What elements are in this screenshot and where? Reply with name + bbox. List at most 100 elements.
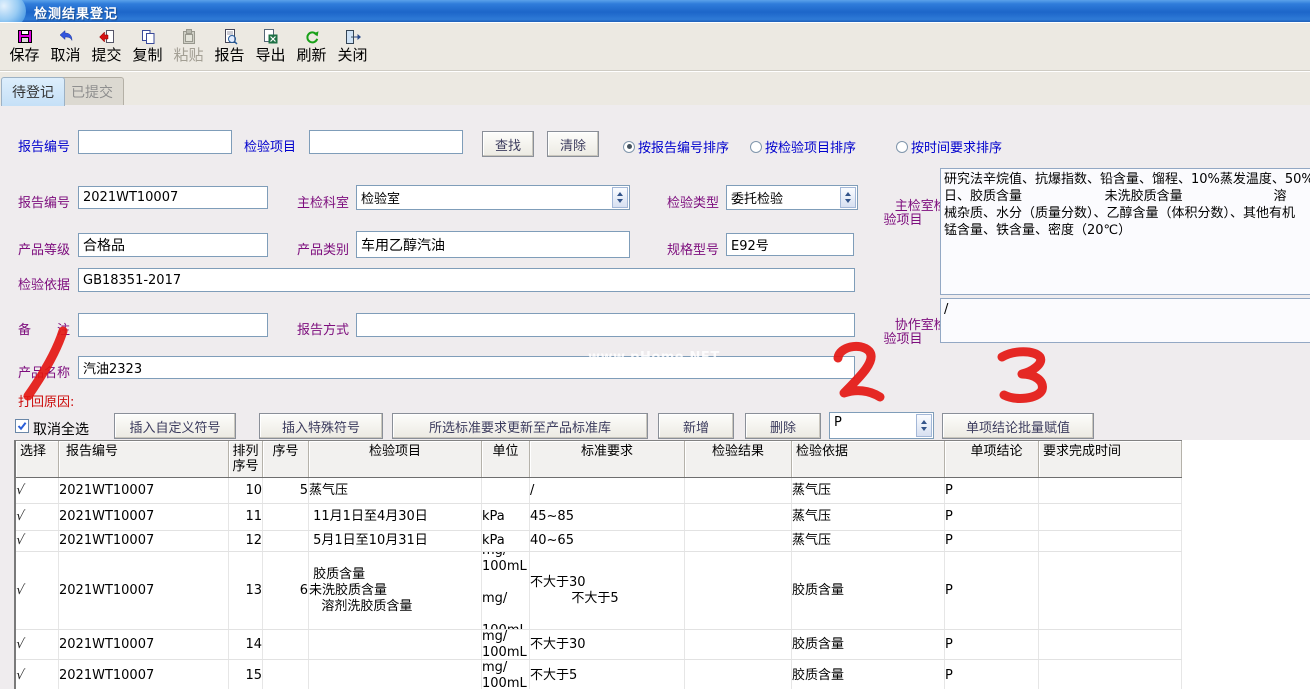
table-row[interactable]: √2021WT1000711 11月1日至4月30日kPa45~85蒸气压P	[16, 504, 1182, 531]
cell-standard: 不大于30	[530, 630, 685, 659]
update-standard-button[interactable]: 所选标准要求更新至产品标准库	[392, 413, 648, 439]
main-items-textarea[interactable]: 研究法辛烷值、抗爆指数、铅含量、馏程、10%蒸发温度、50%蒸 日、胶质含量 未…	[940, 168, 1310, 295]
conclusion-combo[interactable]: P	[829, 412, 934, 439]
column-header-basis[interactable]: 检验依据	[792, 441, 945, 477]
search-item-label: 检验项目	[244, 136, 296, 155]
uncheck-all-label: 取消全选	[33, 419, 89, 439]
watermark-text: www.pHome.NET	[588, 350, 720, 365]
cell-selected: √	[16, 504, 59, 530]
radio-icon	[896, 141, 908, 153]
table-row[interactable]: √2021WT10007136 胶质含量 未洗胶质含量 溶剂洗胶质含量mg/ 1…	[16, 552, 1182, 630]
remark-label: 备 注	[18, 319, 70, 338]
toolbar-export-button[interactable]: 导出	[252, 27, 289, 64]
column-header-conclusion[interactable]: 单项结论	[945, 441, 1039, 477]
uncheck-all-checkbox[interactable]	[15, 419, 29, 433]
table-row[interactable]: √2021WT1000712 5月1日至10月31日kPa40~65蒸气压P	[16, 531, 1182, 552]
cell-unit: mg/ 100mL	[482, 630, 530, 659]
remark-input[interactable]	[78, 313, 268, 337]
toolbar-close-label: 关闭	[337, 46, 367, 64]
toolbar-export-label: 导出	[255, 46, 285, 64]
toolbar-close-button[interactable]: 关闭	[334, 27, 371, 64]
column-header-selected[interactable]: 选择	[16, 441, 59, 477]
cell-result	[685, 531, 792, 551]
cell-conclusion: P	[945, 660, 1039, 689]
cell-report_no: 2021WT10007	[59, 504, 229, 530]
cell-unit	[482, 478, 530, 503]
column-header-report_no[interactable]: 报告编号	[59, 441, 229, 477]
search-report-no-input[interactable]	[78, 130, 232, 154]
column-header-result[interactable]: 检验结果	[685, 441, 792, 477]
add-button[interactable]: 新增	[658, 413, 734, 439]
toolbar-submit-button[interactable]: 提交	[88, 27, 125, 64]
table-row[interactable]: √2021WT1000715mg/ 100mL不大于5胶质含量P	[16, 660, 1182, 689]
app-window: 检测结果登记 保存取消提交复制粘贴报告导出刷新关闭 待登记已提交 报告编号 检验…	[0, 0, 1310, 689]
test-type-combo[interactable]: 委托检验	[726, 185, 858, 210]
column-header-order_no[interactable]: 排列 序号	[229, 441, 263, 477]
column-header-items[interactable]: 检验项目	[309, 441, 482, 477]
column-header-unit[interactable]: 单位	[482, 441, 530, 477]
clear-button[interactable]: 清除	[547, 131, 599, 157]
cell-selected: √	[16, 531, 59, 551]
cell-deadline	[1039, 630, 1182, 659]
cell-selected: √	[16, 630, 59, 659]
product-grade-input[interactable]	[78, 233, 268, 257]
cell-items	[309, 630, 482, 659]
sort-radio-1[interactable]: 按检验项目排序	[750, 137, 856, 156]
window-title: 检测结果登记	[34, 3, 118, 22]
paste-icon	[180, 27, 198, 46]
cell-basis: 蒸气压	[792, 504, 945, 530]
table-row[interactable]: √2021WT10007105蒸气压/蒸气压P	[16, 478, 1182, 504]
cell-standard: 不大于5	[530, 660, 685, 689]
toolbar-report-button[interactable]: 报告	[211, 27, 248, 64]
cell-seq	[263, 660, 309, 689]
cell-order_no: 11	[229, 504, 263, 530]
conclusion-value: P	[830, 413, 915, 438]
cell-report_no: 2021WT10007	[59, 630, 229, 659]
main-dept-label: 主检科室	[297, 192, 349, 211]
delete-button[interactable]: 删除	[745, 413, 821, 439]
tab-submitted[interactable]: 已提交	[60, 77, 124, 106]
cell-result	[685, 660, 792, 689]
cell-conclusion: P	[945, 531, 1039, 551]
product-category-input[interactable]	[356, 231, 630, 258]
test-type-value: 委托检验	[727, 186, 839, 209]
column-header-seq[interactable]: 序号	[263, 441, 309, 477]
find-button[interactable]: 查找	[482, 131, 534, 157]
insert-special-symbol-button[interactable]: 插入特殊符号	[259, 413, 383, 439]
column-header-standard[interactable]: 标准要求	[530, 441, 685, 477]
cell-items	[309, 660, 482, 689]
sort-radio-0[interactable]: 按报告编号排序	[623, 137, 729, 156]
cell-selected: √	[16, 552, 59, 629]
conclusion-spinner-icon[interactable]	[916, 414, 932, 437]
sort-radio-label: 按时间要求排序	[911, 137, 1002, 156]
report-preview-icon	[221, 27, 239, 46]
collab-items-textarea[interactable]: /	[940, 298, 1310, 343]
tab-strip: 待登记已提交	[0, 71, 1310, 105]
toolbar-paste-button[interactable]: 粘贴	[170, 27, 207, 64]
test-type-spinner-icon[interactable]	[840, 187, 856, 208]
report-no-input[interactable]	[78, 186, 268, 209]
insert-custom-symbol-button[interactable]: 插入自定义符号	[114, 413, 236, 439]
toolbar-copy-button[interactable]: 复制	[129, 27, 166, 64]
column-header-deadline[interactable]: 要求完成时间	[1039, 441, 1182, 477]
main-dept-spinner-icon[interactable]	[612, 187, 628, 208]
radio-icon	[623, 141, 635, 153]
tab-pending[interactable]: 待登记	[1, 77, 65, 106]
cell-items: 5月1日至10月31日	[309, 531, 482, 551]
test-basis-input[interactable]	[78, 268, 855, 292]
report-method-input[interactable]	[356, 313, 855, 337]
main-dept-combo[interactable]: 检验室	[356, 185, 630, 210]
toolbar-submit-label: 提交	[91, 46, 121, 64]
sort-radio-2[interactable]: 按时间要求排序	[896, 137, 1002, 156]
product-grade-label: 产品等级	[18, 239, 70, 258]
spec-model-input[interactable]	[726, 233, 854, 256]
export-excel-icon	[262, 27, 280, 46]
search-item-input[interactable]	[309, 130, 463, 154]
cell-standard: 40~65	[530, 531, 685, 551]
toolbar-save-button[interactable]: 保存	[6, 27, 43, 64]
product-name-input[interactable]	[78, 356, 855, 379]
toolbar-cancel-button[interactable]: 取消	[47, 27, 84, 64]
batch-assign-button[interactable]: 单项结论批量赋值	[942, 413, 1094, 439]
toolbar-refresh-button[interactable]: 刷新	[293, 27, 330, 64]
table-row[interactable]: √2021WT1000714mg/ 100mL不大于30胶质含量P	[16, 630, 1182, 660]
